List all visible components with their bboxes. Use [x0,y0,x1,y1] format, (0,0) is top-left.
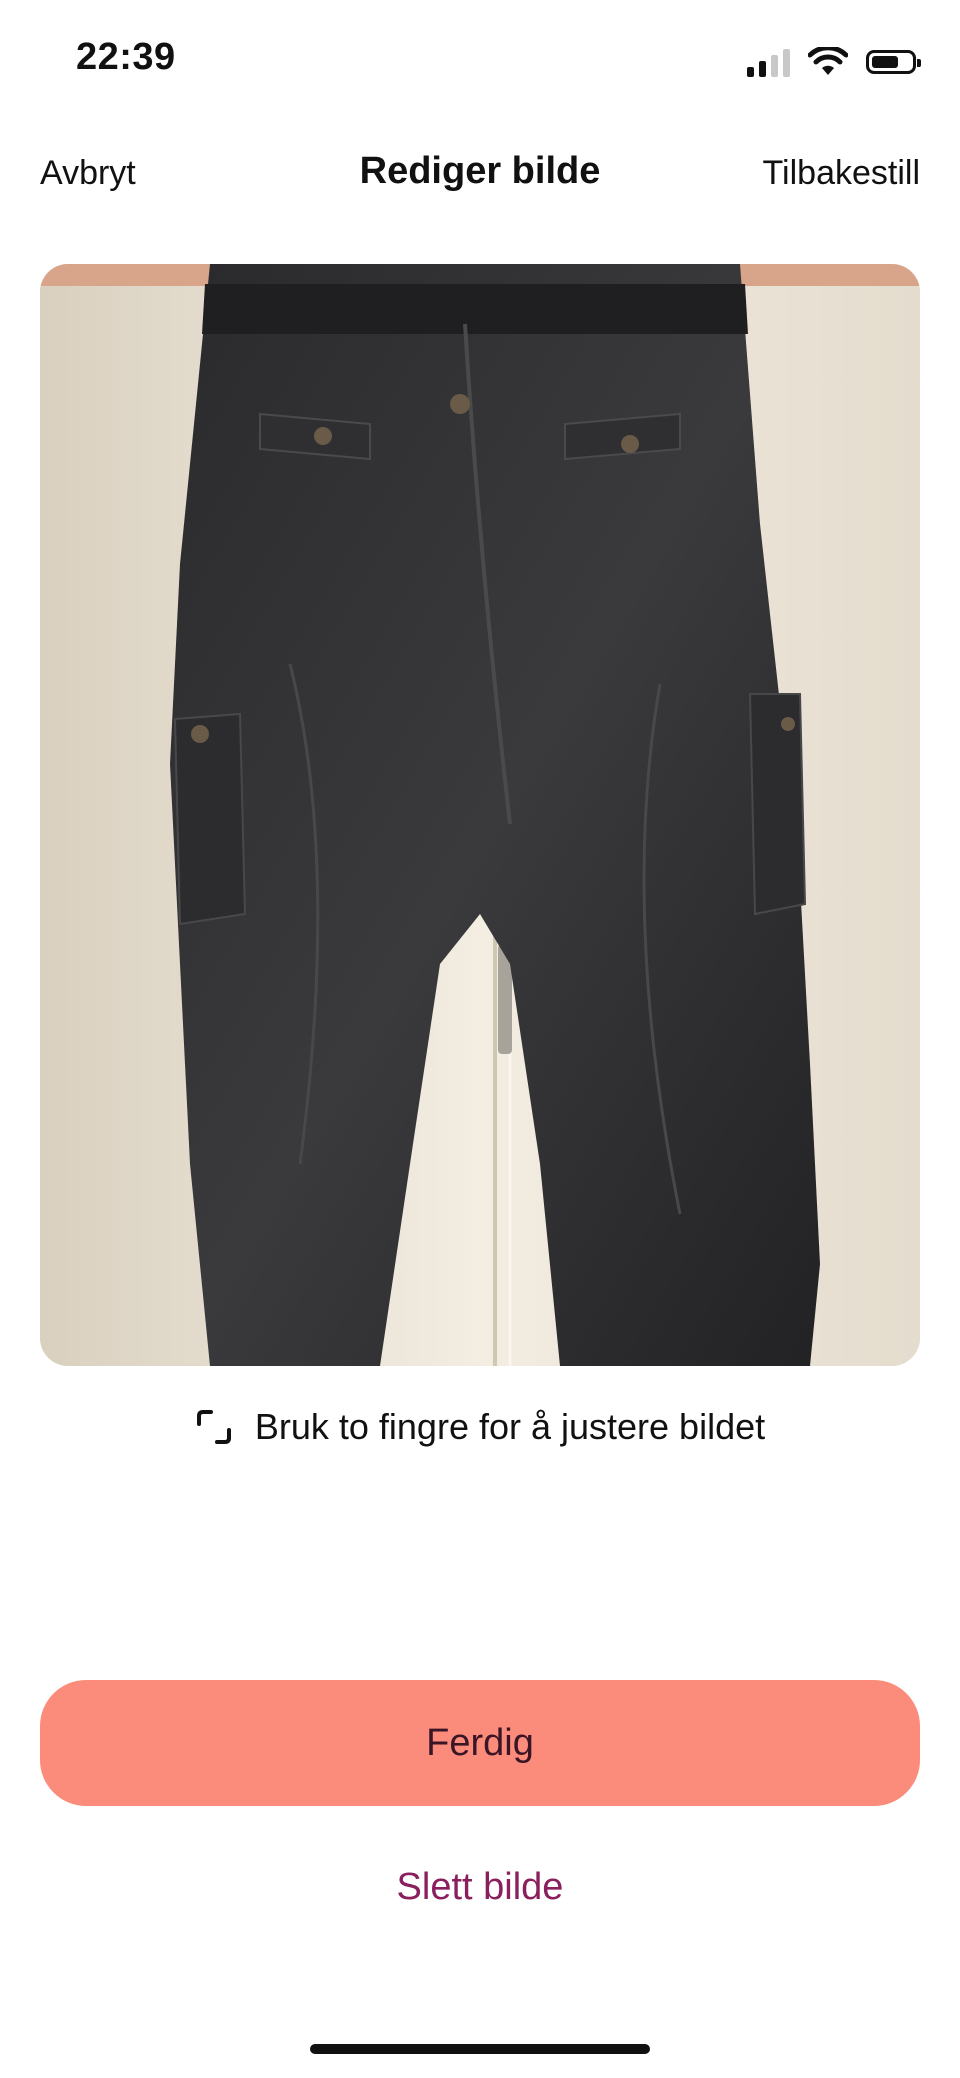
home-indicator[interactable] [310,2044,650,2054]
crop-icon [196,1410,231,1444]
status-icons [747,42,921,82]
signal-icon [747,47,790,77]
battery-icon [866,50,921,74]
status-bar: 22:39 [0,0,960,120]
adjust-hint: Bruk to fingre for å justere bildet [0,1406,960,1448]
wifi-icon [808,47,848,75]
done-button[interactable]: Ferdig [40,1680,920,1806]
status-time: 22:39 [76,36,176,78]
nav-bar: Avbryt Rediger bilde Tilbakestill [0,140,960,206]
reset-button[interactable]: Tilbakestill [763,154,920,193]
photo-editor-canvas[interactable] [40,264,920,1366]
delete-photo-button[interactable]: Slett bilde [0,1866,960,1909]
photo-black-cargo-pants [40,264,920,1366]
adjust-hint-text: Bruk to fingre for å justere bildet [254,1406,766,1447]
